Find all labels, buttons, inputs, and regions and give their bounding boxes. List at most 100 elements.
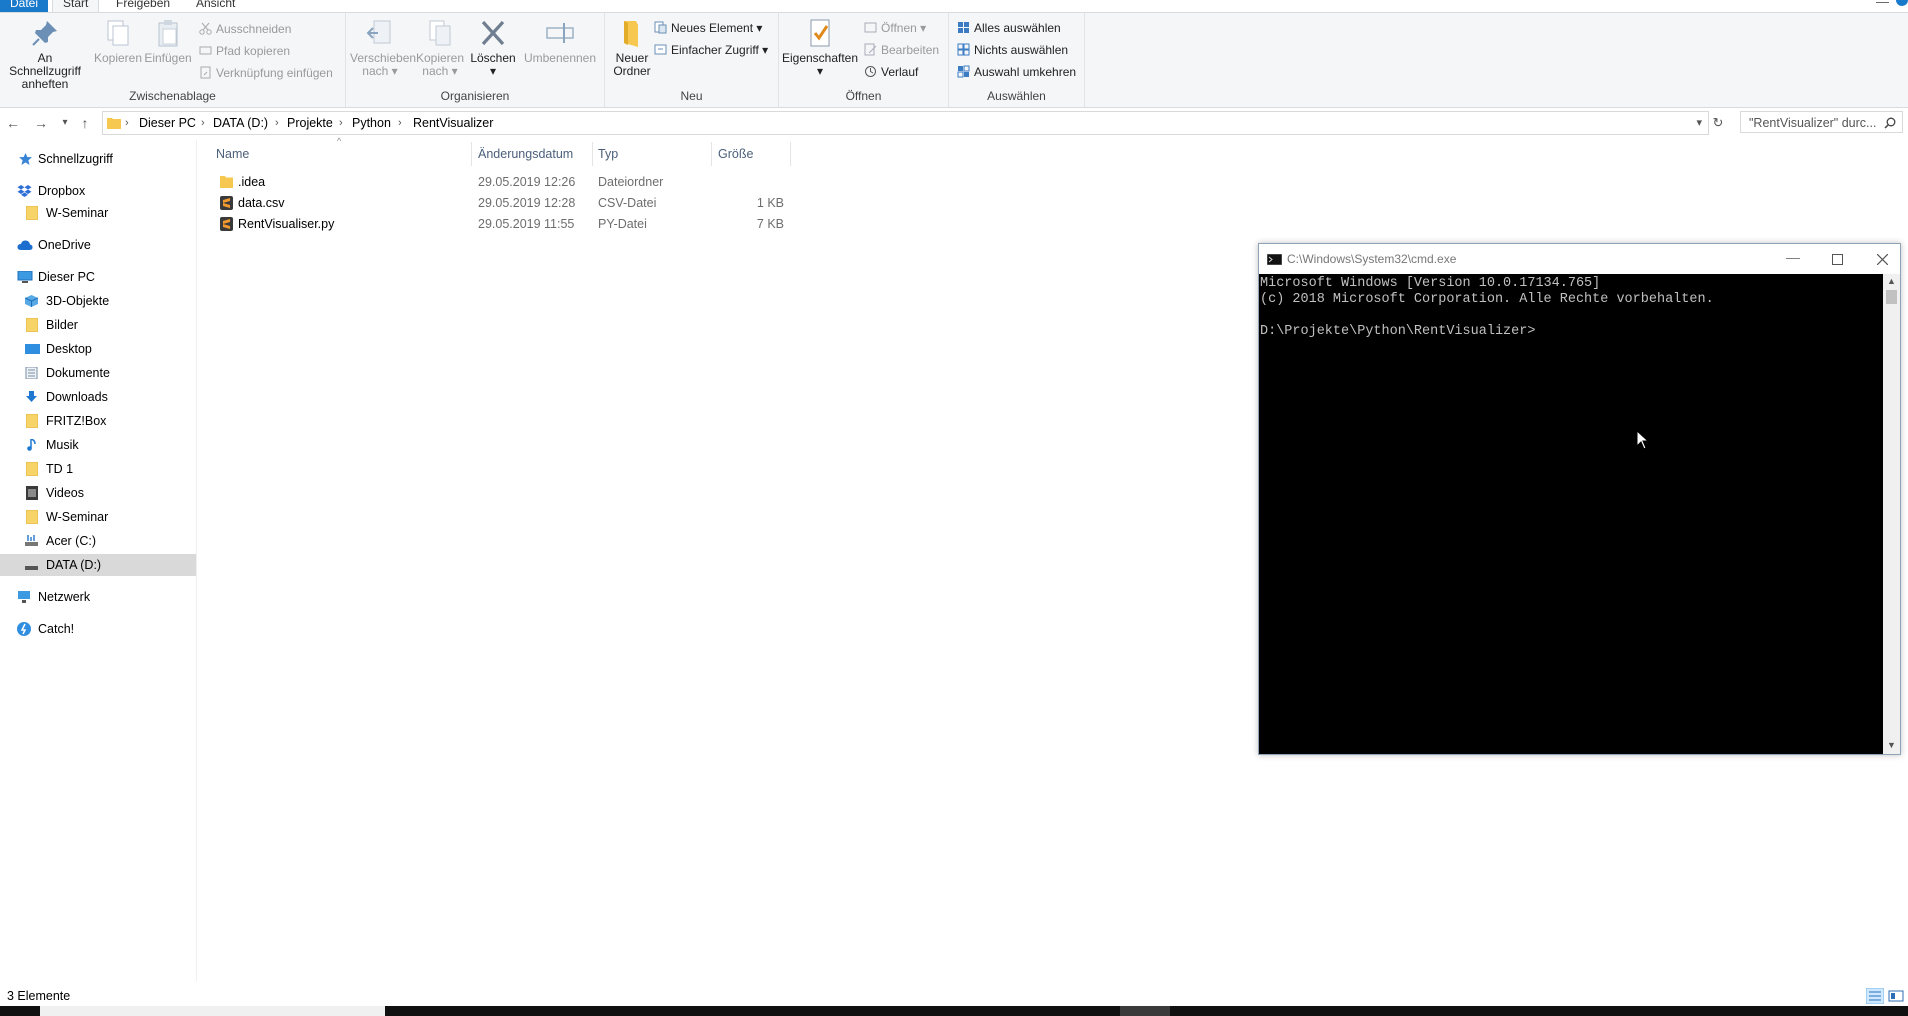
move-to-button[interactable]: Verschieben nach ▾ [350, 17, 416, 78]
select-all-button[interactable]: Alles auswählen [957, 18, 1061, 38]
taskbar-active-app[interactable] [1120, 1006, 1170, 1016]
properties-button[interactable]: Eigenschaften ▾ [781, 17, 859, 78]
edit-button[interactable]: Bearbeiten [864, 40, 939, 60]
column-divider[interactable] [790, 142, 791, 166]
breadcrumb-data-d[interactable]: DATA (D:) [213, 112, 268, 134]
cmd-minimize-icon[interactable]: — [1786, 242, 1800, 272]
sidebar-item-netzwerk[interactable]: Netzwerk [0, 586, 196, 608]
new-item-button[interactable]: Neues Element ▾ [654, 18, 762, 38]
recent-chevron-icon[interactable]: ▾ [56, 114, 74, 132]
cmd-scrollbar[interactable]: ▲ ▼ [1883, 274, 1900, 754]
file-row[interactable]: data.csv 29.05.2019 12:28 CSV-Datei 1 KB [210, 193, 790, 213]
tiles-view-icon[interactable] [1888, 988, 1904, 1004]
copy-path-button[interactable]: Pfad kopieren [199, 41, 290, 61]
cmd-window: C:\Windows\System32\cmd.exe — Microsoft … [1258, 243, 1901, 755]
cmd-maximize-icon[interactable] [1832, 254, 1843, 265]
move-to-icon [366, 20, 391, 44]
sidebar-item-schnellzugriff[interactable]: Schnellzugriff [0, 148, 196, 170]
column-header-size[interactable]: Größe [718, 143, 753, 165]
column-header-date[interactable]: Änderungsdatum [478, 143, 573, 165]
path-icon [199, 46, 212, 55]
sidebar-item-w-seminar[interactable]: W-Seminar [0, 202, 196, 224]
group-select: Alles auswählen Nichts auswählen Auswahl… [949, 13, 1085, 107]
console-output[interactable]: Microsoft Windows [Version 10.0.17134.76… [1259, 274, 1883, 754]
sidebar-item-downloads[interactable]: Downloads [0, 386, 196, 408]
address-dropdown-icon[interactable]: ▾ [1696, 112, 1702, 134]
select-none-button[interactable]: Nichts auswählen [957, 40, 1068, 60]
cmd-title-bar[interactable]: C:\Windows\System32\cmd.exe — [1259, 244, 1900, 274]
column-header-name[interactable]: Name [216, 143, 249, 165]
console-line: (c) 2018 Microsoft Corporation. Alle Rec… [1260, 292, 1714, 307]
sidebar-item-w-seminar-2[interactable]: W-Seminar [0, 506, 196, 528]
address-bar[interactable]: › Dieser PC › DATA (D:) › Projekte › Pyt… [102, 111, 1709, 135]
tab-freigeben[interactable]: Freigeben [106, 0, 180, 12]
scroll-down-icon[interactable]: ▼ [1887, 740, 1896, 750]
folder-icon [26, 510, 38, 524]
breadcrumb-projekte[interactable]: Projekte [287, 112, 333, 134]
video-icon [26, 486, 38, 500]
sidebar-item-acer-c[interactable]: Acer (C:) [0, 530, 196, 552]
sidebar-item-3d-objekte[interactable]: 3D-Objekte [0, 290, 196, 312]
navigation-bar: ← → ▾ ↑ › Dieser PC › DATA (D:) › Projek… [0, 108, 1908, 138]
easy-access-button[interactable]: Einfacher Zugriff ▾ [654, 40, 768, 60]
paste-button[interactable]: Einfügen [143, 17, 193, 65]
sidebar-item-videos[interactable]: Videos [0, 482, 196, 504]
column-header-type[interactable]: Typ [598, 143, 618, 165]
back-arrow-icon[interactable]: ← [4, 114, 22, 132]
help-icon[interactable] [1896, 0, 1908, 9]
sidebar-item-bilder[interactable]: Bilder [0, 314, 196, 336]
taskbar-search-box[interactable] [40, 1006, 385, 1016]
sidebar-item-catch[interactable]: Catch! [0, 618, 196, 640]
forward-arrow-icon[interactable]: → [32, 114, 50, 132]
breadcrumb-rentvisualizer[interactable]: RentVisualizer [413, 112, 493, 134]
tab-datei[interactable]: Datei [0, 0, 49, 12]
sidebar-item-desktop[interactable]: Desktop [0, 338, 196, 360]
open-button[interactable]: Öffnen ▾ [864, 18, 926, 38]
search-input[interactable]: "RentVisualizer" durc... [1740, 111, 1903, 133]
navigation-pane: Schnellzugriff Dropbox W-Seminar OneDriv… [0, 140, 197, 981]
scroll-thumb[interactable] [1886, 290, 1897, 304]
column-divider[interactable] [471, 142, 472, 166]
details-view-icon[interactable] [1866, 988, 1884, 1004]
sidebar-item-dieser-pc[interactable]: Dieser PC [0, 266, 196, 288]
cloud-icon [17, 240, 33, 250]
sidebar-item-onedrive[interactable]: OneDrive [0, 234, 196, 256]
column-divider[interactable] [711, 142, 712, 166]
cmd-close-icon[interactable] [1877, 254, 1888, 265]
column-divider[interactable] [592, 142, 593, 166]
paste-shortcut-button[interactable]: Verknüpfung einfügen [199, 63, 333, 83]
copy-to-button[interactable]: Kopieren nach ▾ [414, 17, 466, 78]
group-open: Eigenschaften ▾ Öffnen ▾ Bearbeiten Verla… [779, 13, 949, 107]
sidebar-item-dropbox[interactable]: Dropbox [0, 180, 196, 202]
up-arrow-icon[interactable]: ↑ [76, 114, 94, 132]
history-button[interactable]: Verlauf [864, 62, 918, 82]
breadcrumb-python[interactable]: Python [352, 112, 391, 134]
file-date: 29.05.2019 11:55 [478, 217, 575, 231]
drive-icon [25, 566, 38, 570]
file-row[interactable]: .idea 29.05.2019 12:26 Dateiordner [210, 172, 790, 192]
tab-start[interactable]: Start [52, 0, 100, 12]
sidebar-item-musik[interactable]: Musik [0, 434, 196, 456]
sidebar-item-dokumente[interactable]: Dokumente [0, 362, 196, 384]
file-row[interactable]: RentVisualiser.py 29.05.2019 11:55 PY-Da… [210, 214, 790, 234]
sidebar-item-fritzbox[interactable]: FRITZ!Box [0, 410, 196, 432]
refresh-icon[interactable]: ↻ [1709, 114, 1727, 132]
scroll-up-icon[interactable]: ▲ [1887, 276, 1896, 286]
minimize-icon[interactable]: — [1876, 0, 1889, 9]
new-folder-button[interactable]: Neuer Ordner [607, 17, 657, 78]
breadcrumb-separator: › [398, 117, 402, 129]
tab-ansicht[interactable]: Ansicht [186, 0, 245, 12]
file-size: 7 KB [756, 217, 784, 231]
rename-button[interactable]: Umbenennen [522, 17, 598, 65]
sidebar-item-data-d[interactable]: DATA (D:) [0, 554, 196, 576]
copy-button[interactable]: Kopieren [93, 17, 143, 65]
copy-icon [107, 20, 129, 46]
sidebar-item-td-1[interactable]: TD 1 [0, 458, 196, 480]
breadcrumb-dieser-pc[interactable]: Dieser PC [139, 112, 196, 134]
cut-button[interactable]: Ausschneiden [199, 19, 291, 39]
file-name: .idea [238, 175, 266, 189]
pin-quick-access-button[interactable]: An Schnellzugriff anheften [2, 17, 88, 91]
invert-selection-button[interactable]: Auswahl umkehren [957, 62, 1076, 82]
select-all-icon [958, 22, 969, 33]
delete-button[interactable]: Löschen ▾ [470, 17, 516, 78]
